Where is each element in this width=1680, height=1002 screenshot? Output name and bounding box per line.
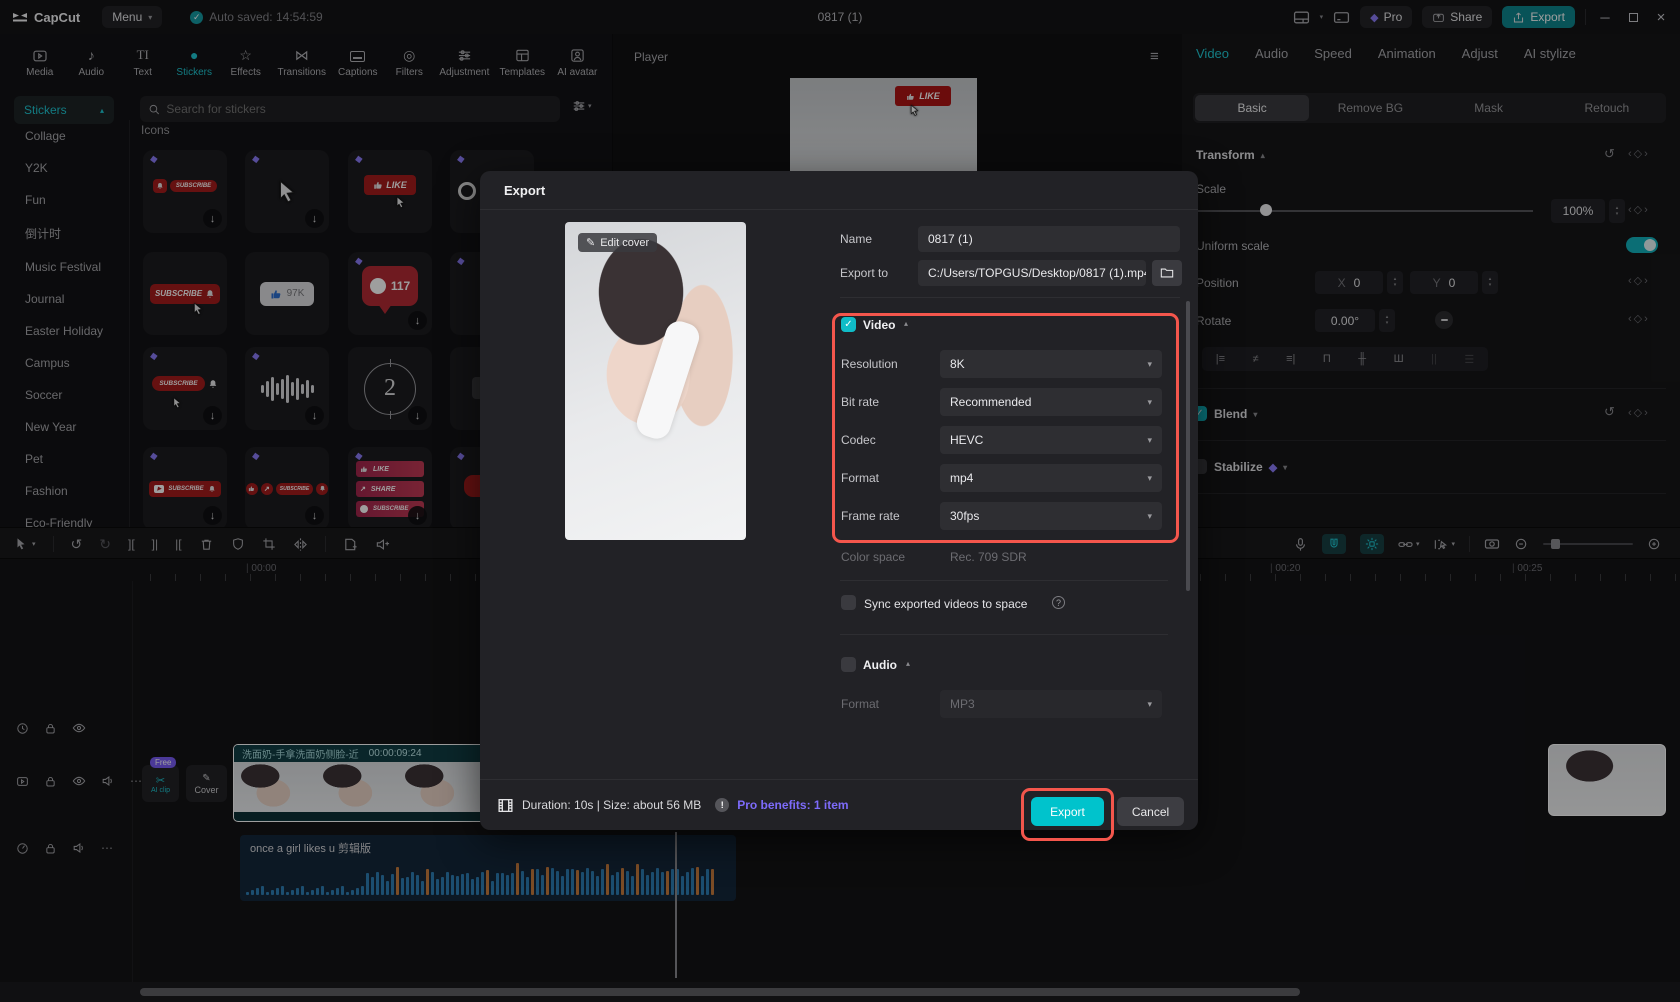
audio-format-select: MP3 ▾: [940, 690, 1162, 718]
chevron-down-icon: ▾: [1147, 698, 1152, 709]
capcut-window: CapCut Menu ▾ ✓ Auto saved: 14:54:59 0817…: [0, 0, 1680, 1002]
export-path-input[interactable]: C:/Users/TOPGUS/Desktop/0817 (1).mp4: [918, 260, 1146, 286]
chevron-down-icon: ▾: [1147, 472, 1152, 483]
chevron-down-icon: ▾: [1147, 434, 1152, 445]
sync-label: Sync exported videos to space: [864, 597, 1028, 611]
export-to-label: Export to: [840, 266, 889, 280]
cover-subject: [633, 317, 703, 443]
bitrate-label: Bit rate: [841, 395, 880, 409]
export-confirm-button[interactable]: Export: [1031, 797, 1104, 826]
chevron-down-icon: ▾: [1147, 396, 1152, 407]
chevron-down-icon: ▾: [1147, 358, 1152, 369]
collapse-icon[interactable]: ▴: [906, 659, 910, 668]
framerate-label: Frame rate: [841, 509, 900, 523]
resolution-label: Resolution: [841, 357, 898, 371]
divider: [840, 634, 1168, 635]
edit-cover-button[interactable]: ✎ Edit cover: [578, 233, 658, 252]
color-space-value: Rec. 709 SDR: [950, 550, 1027, 564]
codec-select[interactable]: HEVC ▾: [940, 426, 1162, 454]
dialog-title: Export: [504, 183, 546, 198]
info-icon: !: [715, 798, 730, 812]
divider: [480, 209, 1198, 210]
format-select[interactable]: mp4 ▾: [940, 464, 1162, 492]
help-icon[interactable]: ?: [1052, 596, 1065, 609]
sync-checkbox[interactable]: [841, 595, 856, 610]
video-section-label: Video: [863, 318, 896, 332]
browse-folder-button[interactable]: [1152, 260, 1182, 286]
collapse-icon[interactable]: ▴: [904, 319, 908, 328]
divider: [840, 580, 1168, 581]
audio-checkbox[interactable]: [841, 657, 856, 672]
name-label: Name: [840, 232, 873, 246]
framerate-select[interactable]: 30fps ▾: [940, 502, 1162, 530]
folder-icon: [1160, 266, 1174, 280]
color-space-label: Color space: [841, 550, 906, 564]
name-input[interactable]: 0817 (1): [918, 226, 1180, 252]
codec-label: Codec: [841, 433, 876, 447]
export-summary: Duration: 10s | Size: about 56 MB: [522, 798, 702, 812]
cancel-button[interactable]: Cancel: [1117, 797, 1184, 826]
export-cover-preview: ✎ Edit cover: [565, 222, 746, 540]
dialog-footer: Duration: 10s | Size: about 56 MB ! Pro …: [480, 780, 1198, 830]
video-checkbox[interactable]: ✓: [841, 317, 856, 332]
audio-section-label: Audio: [863, 658, 897, 672]
divider: [840, 297, 1180, 298]
format-label: Format: [841, 471, 880, 485]
resolution-select[interactable]: 8K ▾: [940, 350, 1162, 378]
dialog-scrollbar[interactable]: [1186, 301, 1190, 591]
chevron-down-icon: ▾: [1147, 510, 1152, 521]
bitrate-select[interactable]: Recommended ▾: [940, 388, 1162, 416]
export-dialog: Export ✎ Edit cover Name 0817 (1) Export…: [480, 171, 1198, 830]
audio-format-label: Format: [841, 697, 880, 711]
pro-benefits-link[interactable]: Pro benefits: 1 item: [737, 798, 848, 812]
film-icon: [497, 797, 514, 814]
pencil-icon: ✎: [586, 237, 596, 249]
